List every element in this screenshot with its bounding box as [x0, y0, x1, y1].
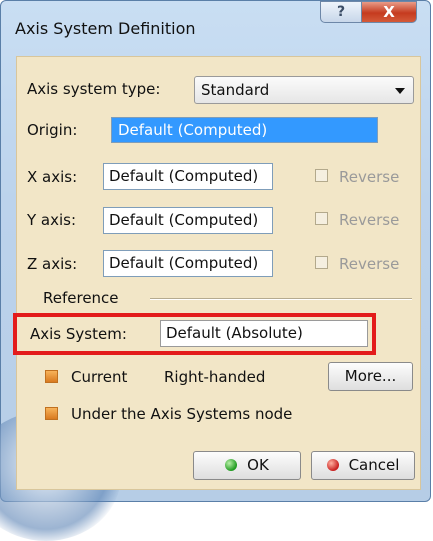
axis-system-label: Axis System: [30, 325, 127, 343]
under-node-label: Under the Axis Systems node [71, 405, 293, 423]
axis-system-field[interactable]: Default (Absolute) [160, 320, 368, 347]
y-axis-label: Y axis: [27, 211, 77, 229]
dialog-title: Axis System Definition [15, 19, 196, 38]
handedness-label: Right-handed [164, 368, 266, 386]
x-axis-label: X axis: [27, 168, 78, 186]
y-reverse-label: Reverse [339, 211, 400, 229]
y-axis-field[interactable]: Default (Computed) [103, 207, 273, 234]
origin-label: Origin: [27, 121, 78, 139]
ok-label: OK [247, 456, 269, 474]
chevron-down-icon [395, 88, 405, 94]
x-axis-field[interactable]: Default (Computed) [103, 163, 273, 190]
z-axis-field[interactable]: Default (Computed) [103, 250, 273, 277]
current-label: Current [71, 368, 128, 386]
current-checkbox[interactable] [45, 370, 58, 383]
axis-system-type-label: Axis system type: [27, 80, 161, 98]
more-button[interactable]: More... [328, 362, 413, 391]
cancel-icon [326, 459, 339, 471]
close-button[interactable]: X [361, 1, 417, 23]
z-reverse-label: Reverse [339, 255, 400, 273]
cancel-label: Cancel [348, 456, 400, 474]
x-reverse-label: Reverse [339, 168, 400, 186]
under-node-checkbox[interactable] [45, 407, 58, 420]
y-reverse-checkbox[interactable] [315, 212, 328, 225]
origin-field[interactable]: Default (Computed) [111, 117, 378, 143]
ok-button[interactable]: OK [193, 451, 301, 480]
x-reverse-checkbox[interactable] [315, 169, 328, 182]
cancel-button[interactable]: Cancel [311, 451, 415, 480]
reference-group-label: Reference [43, 289, 119, 307]
help-button[interactable]: ? [320, 1, 362, 23]
reference-separator [150, 298, 412, 300]
z-reverse-checkbox[interactable] [315, 256, 328, 269]
z-axis-label: Z axis: [27, 255, 78, 273]
axis-system-type-select[interactable]: Standard [194, 76, 414, 104]
ok-icon [225, 459, 238, 471]
axis-system-type-value: Standard [201, 81, 270, 99]
